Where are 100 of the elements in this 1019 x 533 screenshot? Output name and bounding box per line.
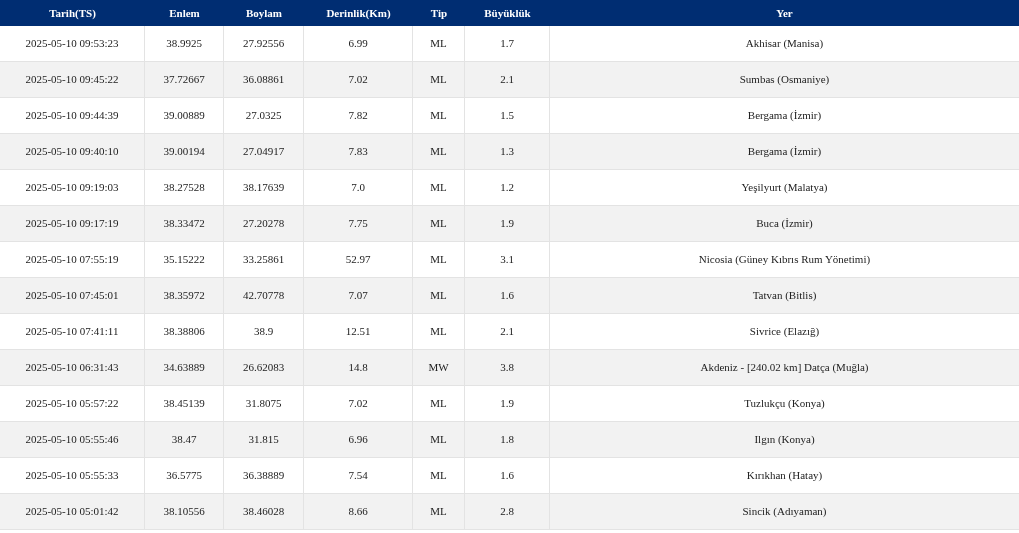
table-cell: 1.6 — [465, 278, 550, 313]
table-cell: 39.00194 — [145, 134, 224, 169]
table-cell: 8.66 — [304, 494, 413, 529]
table-cell: 2025-05-10 09:19:03 — [0, 170, 145, 205]
table-cell: ML — [413, 242, 465, 277]
table-cell: 38.33472 — [145, 206, 224, 241]
table-cell: 7.83 — [304, 134, 413, 169]
table-cell: 38.9 — [224, 314, 304, 349]
table-cell: 1.8 — [465, 422, 550, 457]
table-cell: 38.10556 — [145, 494, 224, 529]
table-cell-text: Tatvan (Bitlis) — [751, 288, 818, 304]
table-cell: 34.63889 — [145, 350, 224, 385]
table-cell: 7.07 — [304, 278, 413, 313]
table-cell: 6.96 — [304, 422, 413, 457]
column-header: Enlem — [168, 5, 201, 21]
table-cell: 1.9 — [465, 206, 550, 241]
table-cell-text: Akhisar (Manisa) — [744, 36, 825, 52]
table-cell: 2025-05-10 06:31:43 — [0, 350, 145, 385]
table-cell: 27.04917 — [224, 134, 304, 169]
table-cell: ML — [413, 278, 465, 313]
table-cell: 38.27528 — [145, 170, 224, 205]
table-cell: 7.02 — [304, 62, 413, 97]
table-cell: 37.72667 — [145, 62, 224, 97]
table-cell: 39.00889 — [145, 98, 224, 133]
table-cell: 7.54 — [304, 458, 413, 493]
table-cell: 27.0325 — [224, 98, 304, 133]
table-cell: 2025-05-10 07:41:11 — [0, 314, 145, 349]
table-cell: 2025-05-10 09:40:10 — [0, 134, 145, 169]
table-cell: ML — [413, 386, 465, 421]
table-cell: 38.17639 — [224, 170, 304, 205]
table-cell: 2025-05-10 05:55:33 — [0, 458, 145, 493]
column-header: Derinlik(Km) — [325, 5, 392, 21]
table-cell: 35.15222 — [145, 242, 224, 277]
table-cell: 1.7 — [465, 26, 550, 61]
table-cell: ML — [413, 422, 465, 457]
table-cell: 7.75 — [304, 206, 413, 241]
table-cell: 38.47 — [145, 422, 224, 457]
table-cell: 2025-05-10 09:53:23 — [0, 26, 145, 61]
table-cell: 2025-05-10 07:55:19 — [0, 242, 145, 277]
table-cell: 38.46028 — [224, 494, 304, 529]
table-cell: 2025-05-10 05:57:22 — [0, 386, 145, 421]
table-cell-text: Bergama (İzmir) — [746, 144, 823, 160]
table-cell: 2.1 — [465, 62, 550, 97]
table-cell: 1.6 — [465, 458, 550, 493]
table-cell: 2025-05-10 09:44:39 — [0, 98, 145, 133]
table-cell: ML — [413, 458, 465, 493]
table-cell: ML — [413, 62, 465, 97]
table-cell: 2025-05-10 07:45:01 — [0, 278, 145, 313]
table-cell: 2025-05-10 09:17:19 — [0, 206, 145, 241]
column-header: Tarih(TS) — [48, 5, 97, 21]
table-cell: 1.5 — [465, 98, 550, 133]
table-cell-text: Akdeniz - [240.02 km] Datça (Muğla) — [699, 360, 870, 376]
table-cell-text: Ilgın (Konya) — [753, 432, 816, 448]
table-cell: 3.8 — [465, 350, 550, 385]
table-cell: 27.20278 — [224, 206, 304, 241]
table-cell: 36.5775 — [145, 458, 224, 493]
table-cell: 7.02 — [304, 386, 413, 421]
column-header: Tip — [429, 5, 449, 21]
table-cell: 12.51 — [304, 314, 413, 349]
table-cell: 2025-05-10 05:55:46 — [0, 422, 145, 457]
table-cell: 31.8075 — [224, 386, 304, 421]
table-cell: ML — [413, 314, 465, 349]
column-header: Boylam — [244, 5, 284, 21]
table-cell: 38.38806 — [145, 314, 224, 349]
table-cell-text: Tuzlukçu (Konya) — [743, 396, 826, 412]
table-cell: 27.92556 — [224, 26, 304, 61]
column-header: Büyüklük — [483, 5, 532, 21]
table-cell: ML — [413, 26, 465, 61]
table-cell: 38.45139 — [145, 386, 224, 421]
table-cell: MW — [413, 350, 465, 385]
table-cell: 1.3 — [465, 134, 550, 169]
table-cell-text: Sincik (Adıyaman) — [741, 504, 828, 520]
table-cell: 3.1 — [465, 242, 550, 277]
table-cell: 38.9925 — [145, 26, 224, 61]
table-cell: ML — [413, 98, 465, 133]
table-cell: 2.1 — [465, 314, 550, 349]
table-cell: 7.0 — [304, 170, 413, 205]
column-header: Yer — [775, 5, 794, 21]
table-cell-text: Nicosia (Güney Kıbrıs Rum Yönetimi) — [697, 252, 872, 268]
table-cell: 2.8 — [465, 494, 550, 529]
table-cell-text: Buca (İzmir) — [755, 216, 814, 232]
table-cell-text: Kırıkhan (Hatay) — [745, 468, 824, 484]
table-cell-text: Sivrice (Elazığ) — [748, 324, 821, 340]
table-cell: 31.815 — [224, 422, 304, 457]
table-cell: ML — [413, 134, 465, 169]
table-cell: 1.9 — [465, 386, 550, 421]
table-cell: 26.62083 — [224, 350, 304, 385]
table-cell: 6.99 — [304, 26, 413, 61]
table-cell: 2025-05-10 09:45:22 — [0, 62, 145, 97]
table-cell: ML — [413, 206, 465, 241]
table-cell: ML — [413, 170, 465, 205]
table-cell: 7.82 — [304, 98, 413, 133]
table-cell: 36.08861 — [224, 62, 304, 97]
table-cell-text: Sumbas (Osmaniye) — [738, 72, 831, 88]
table-cell: 1.2 — [465, 170, 550, 205]
table-cell: 33.25861 — [224, 242, 304, 277]
table-cell: 52.97 — [304, 242, 413, 277]
table-cell-text: Yeşilyurt (Malatya) — [740, 180, 829, 196]
table-cell: 14.8 — [304, 350, 413, 385]
table-cell: 42.70778 — [224, 278, 304, 313]
